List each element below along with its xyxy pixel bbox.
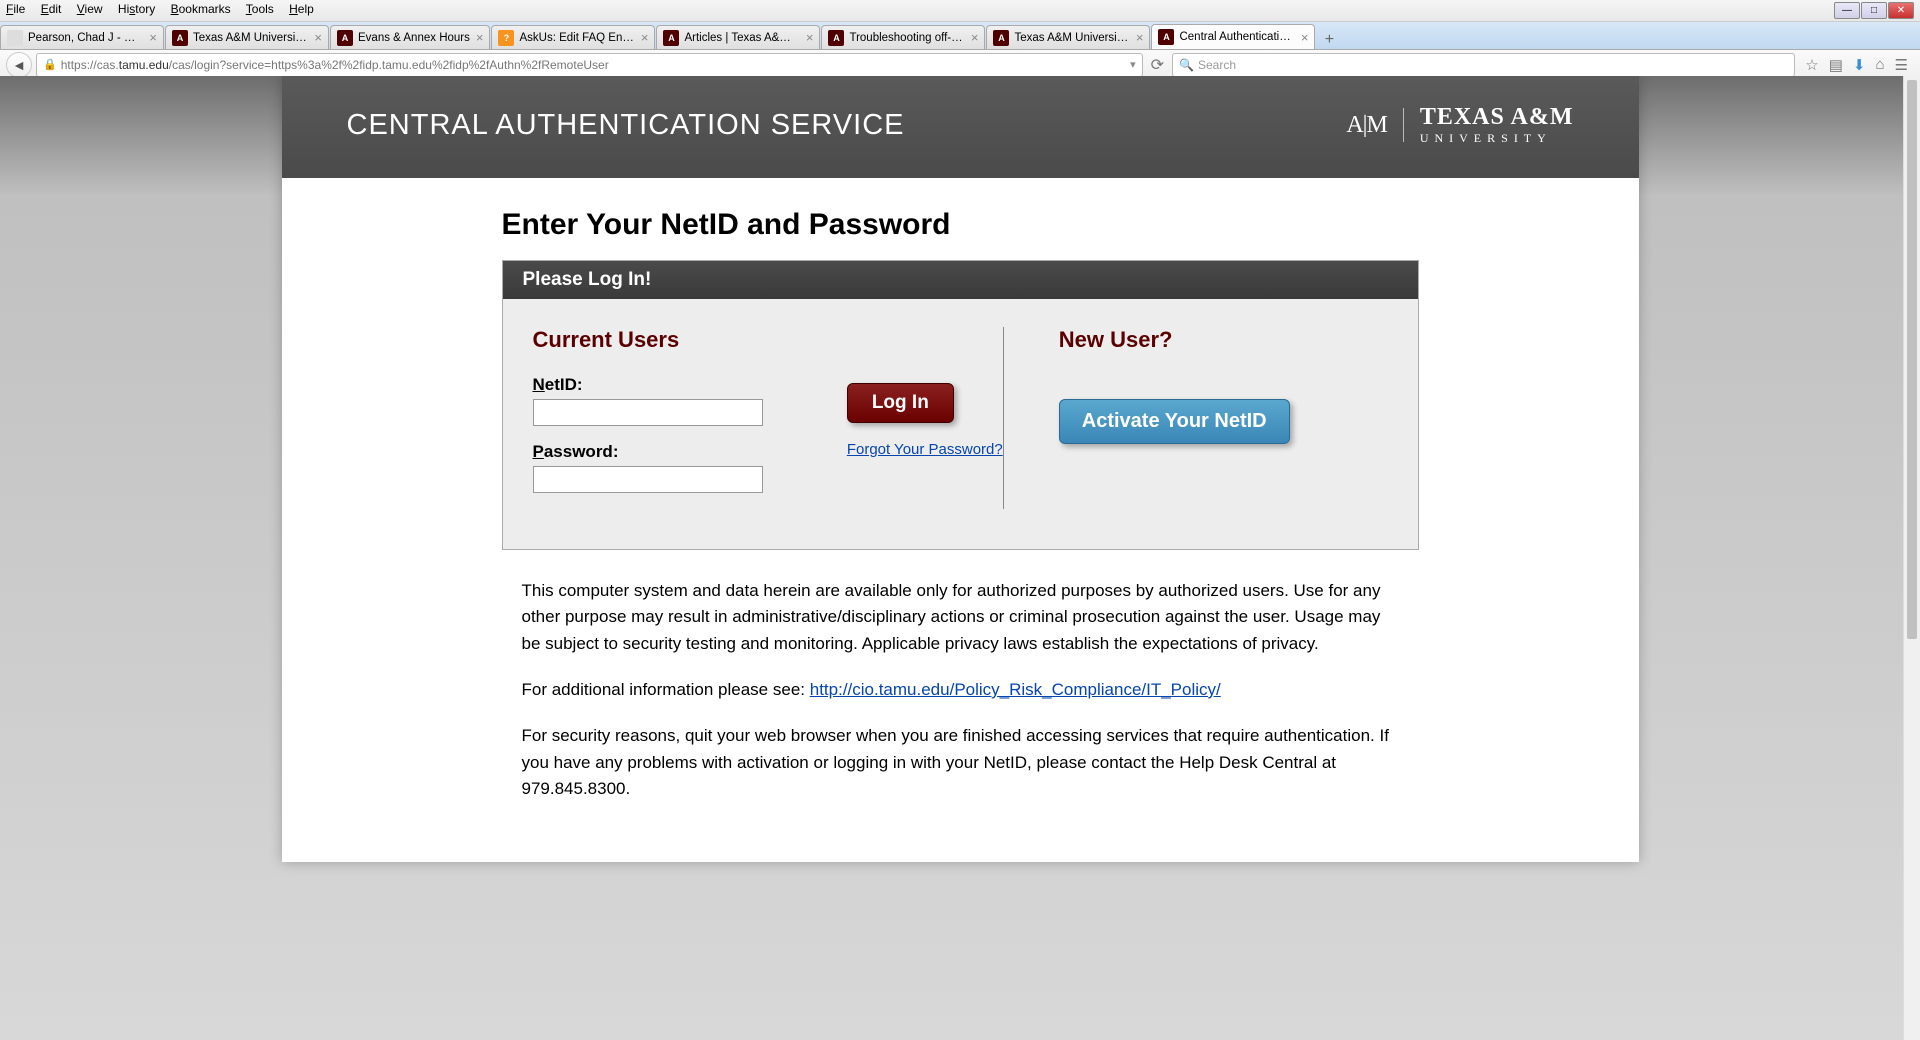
url-bar[interactable]: 🔒 https://cas.tamu.edu/cas/login?service… xyxy=(36,53,1143,77)
tab-favicon-icon: A xyxy=(1158,29,1174,45)
tab-close-icon[interactable]: × xyxy=(1301,30,1309,45)
browser-tab[interactable]: ? AskUs: Edit FAQ Entry × xyxy=(491,25,655,49)
tab-close-icon[interactable]: × xyxy=(641,30,649,45)
url-prefix: https://cas. xyxy=(61,58,119,72)
tab-title: AskUs: Edit FAQ Entry xyxy=(519,32,634,44)
tab-title: Articles | Texas A&M Unive... xyxy=(684,32,799,44)
browser-tab[interactable]: A Central Authentication Ser... × xyxy=(1151,24,1315,49)
university-logo: A|M TEXAS A&M UNIVERSITY xyxy=(1346,104,1573,146)
tab-close-icon[interactable]: × xyxy=(806,30,814,45)
browser-tab[interactable]: A Evans & Annex Hours × xyxy=(330,25,490,49)
scrollbar-thumb[interactable] xyxy=(1907,80,1917,639)
search-icon: 🔍 xyxy=(1179,58,1194,72)
tab-title: Central Authentication Ser... xyxy=(1179,31,1294,43)
lock-icon: 🔒 xyxy=(43,58,57,71)
activate-netid-button[interactable]: Activate Your NetID xyxy=(1059,399,1290,444)
window-close-button[interactable]: ✕ xyxy=(1888,2,1914,19)
window-controls: — □ ✕ xyxy=(1834,2,1914,19)
menu-view[interactable]: View xyxy=(77,2,103,16)
it-policy-link[interactable]: http://cio.tamu.edu/Policy_Risk_Complian… xyxy=(810,680,1221,699)
browser-tab[interactable]: A Articles | Texas A&M Unive... × xyxy=(656,25,820,49)
logo-text-small: UNIVERSITY xyxy=(1420,131,1574,146)
menu-edit[interactable]: Edit xyxy=(41,2,62,16)
login-button[interactable]: Log In xyxy=(847,383,954,423)
search-box[interactable]: 🔍 Search xyxy=(1172,53,1795,77)
home-icon[interactable]: ⌂ xyxy=(1875,56,1884,74)
browser-tab[interactable]: A Texas A&M University Libr... × xyxy=(165,25,329,49)
scrollbar-track[interactable] xyxy=(1903,76,1920,1040)
reload-button[interactable]: ⟳ xyxy=(1151,55,1164,75)
hamburger-menu-icon[interactable]: ☰ xyxy=(1895,56,1908,74)
disclaimer-para-1: This computer system and data herein are… xyxy=(522,578,1399,657)
url-suffix: /cas/login?service=https%3a%2f%2fidp.tam… xyxy=(169,58,609,72)
current-users-heading: Current Users xyxy=(533,327,817,353)
url-dropdown-icon[interactable]: ▾ xyxy=(1130,58,1136,71)
page-content: CENTRAL AUTHENTICATION SERVICE A|M TEXAS… xyxy=(282,76,1639,862)
search-placeholder: Search xyxy=(1198,58,1236,72)
disclaimer-para-3: For security reasons, quit your web brow… xyxy=(522,723,1399,802)
new-user-heading: New User? xyxy=(1059,327,1388,353)
tab-title: Evans & Annex Hours xyxy=(358,32,470,44)
forgot-password-link[interactable]: Forgot Your Password? xyxy=(847,441,1003,458)
new-tab-button[interactable]: + xyxy=(1316,31,1342,49)
tab-title: Texas A&M University Libr... xyxy=(1014,32,1129,44)
page-viewport: CENTRAL AUTHENTICATION SERVICE A|M TEXAS… xyxy=(0,76,1920,1040)
netid-label: NetID: xyxy=(533,375,817,395)
tab-close-icon[interactable]: × xyxy=(971,30,979,45)
menu-help[interactable]: Help xyxy=(289,2,314,16)
site-title: CENTRAL AUTHENTICATION SERVICE xyxy=(347,109,905,142)
disclaimer-section: This computer system and data herein are… xyxy=(502,550,1419,802)
browser-menubar: File Edit View History Bookmarks Tools H… xyxy=(0,0,1920,22)
tab-title: Troubleshooting off-camp... xyxy=(849,32,964,44)
minimize-button[interactable]: — xyxy=(1834,2,1860,19)
password-input[interactable] xyxy=(533,466,763,493)
login-panel: Please Log In! Current Users NetID: Pass… xyxy=(502,260,1419,550)
browser-tab[interactable]: A Troubleshooting off-camp... × xyxy=(821,25,985,49)
logo-text-big: TEXAS A&M xyxy=(1420,104,1574,131)
tab-favicon-icon: A xyxy=(172,30,188,46)
site-header-banner: CENTRAL AUTHENTICATION SERVICE A|M TEXAS… xyxy=(282,76,1639,178)
tab-title: Texas A&M University Libr... xyxy=(193,32,308,44)
tab-close-icon[interactable]: × xyxy=(476,30,484,45)
downloads-icon[interactable]: ⬇ xyxy=(1853,56,1866,74)
tab-favicon-icon: A xyxy=(337,30,353,46)
menu-tools[interactable]: Tools xyxy=(246,2,274,16)
browser-tab[interactable]: Pearson, Chad J - Outlook Web... × xyxy=(0,25,164,49)
browser-tab[interactable]: A Texas A&M University Libr... × xyxy=(986,25,1150,49)
tab-close-icon[interactable]: × xyxy=(149,30,157,45)
menu-file[interactable]: File xyxy=(6,2,25,16)
url-domain: tamu.edu xyxy=(119,58,169,72)
menubar-items: File Edit View History Bookmarks Tools H… xyxy=(6,2,326,19)
tab-close-icon[interactable]: × xyxy=(314,30,322,45)
password-label: Password: xyxy=(533,442,817,462)
tab-close-icon[interactable]: × xyxy=(1136,30,1144,45)
disclaimer-para-2: For additional information please see: h… xyxy=(522,677,1399,703)
tab-favicon-icon: A xyxy=(663,30,679,46)
back-button[interactable]: ◄ xyxy=(6,52,32,78)
page-heading: Enter Your NetID and Password xyxy=(502,208,1419,242)
tab-favicon-icon: A xyxy=(828,30,844,46)
tab-favicon-icon: ? xyxy=(498,30,514,46)
netid-input[interactable] xyxy=(533,399,763,426)
menu-bookmarks[interactable]: Bookmarks xyxy=(171,2,231,16)
menu-history[interactable]: History xyxy=(118,2,155,16)
login-panel-header: Please Log In! xyxy=(503,261,1418,299)
tab-title: Pearson, Chad J - Outlook Web... xyxy=(28,32,143,44)
tab-favicon-icon xyxy=(7,30,23,46)
browser-tabbar: Pearson, Chad J - Outlook Web... × A Texas … xyxy=(0,22,1920,50)
toolbar-icons: ☆ ▤ ⬇ ⌂ ☰ xyxy=(1799,56,1914,74)
tab-favicon-icon: A xyxy=(993,30,1009,46)
logo-divider xyxy=(1403,108,1404,142)
reader-icon[interactable]: ▤ xyxy=(1829,56,1843,74)
maximize-button[interactable]: □ xyxy=(1861,2,1887,19)
bookmark-star-icon[interactable]: ☆ xyxy=(1805,56,1818,74)
logo-mark-icon: A|M xyxy=(1346,112,1386,139)
